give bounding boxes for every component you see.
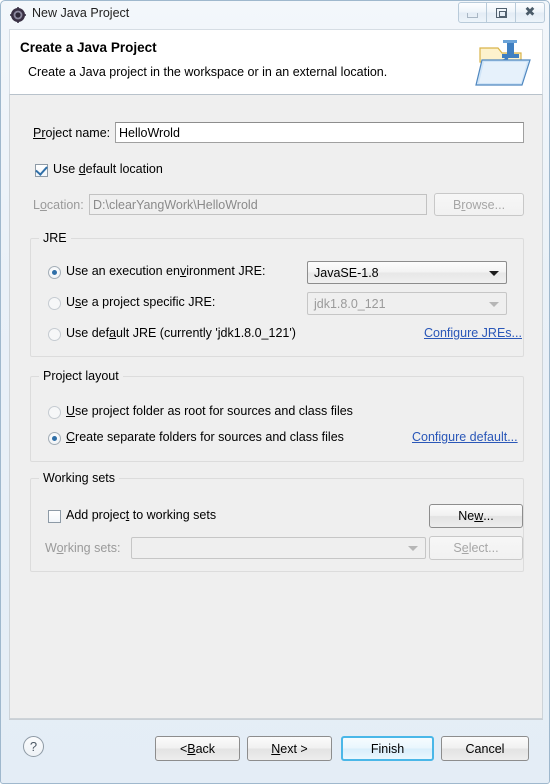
use-default-jre-radio[interactable]	[48, 328, 61, 341]
help-icon[interactable]: ?	[23, 736, 44, 757]
finish-button[interactable]: Finish	[341, 736, 434, 761]
project-layout-group-title: Project layout	[39, 369, 123, 383]
create-separate-folders-radio[interactable]	[48, 432, 61, 445]
title-bar: New Java Project ✖	[1, 1, 549, 29]
use-project-specific-jre-radio[interactable]	[48, 297, 61, 310]
working-sets-combo[interactable]	[131, 537, 426, 559]
radio-dot-icon	[52, 270, 57, 275]
page-description: Create a Java project in the workspace o…	[28, 65, 388, 79]
minimize-icon	[467, 12, 478, 18]
browse-button[interactable]: Br owse...	[434, 193, 524, 216]
chevron-down-icon	[408, 546, 418, 551]
use-project-specific-jre-label: Use a project specific JRE:	[66, 295, 216, 309]
create-separate-folders-label: Create separate folders for sources and …	[66, 430, 344, 444]
window-title: New Java Project	[32, 6, 130, 20]
working-sets-group-title: Working sets	[39, 471, 120, 485]
add-project-to-working-sets-checkbox[interactable]	[48, 510, 61, 523]
configure-jres-link[interactable]: Configure JREs...	[424, 326, 522, 340]
project-specific-jre-combo[interactable]: jdk1.8.0_121	[307, 292, 507, 315]
working-sets-label: Working sets:	[45, 541, 121, 555]
close-button[interactable]: ✖	[516, 2, 545, 23]
chevron-down-icon	[489, 270, 499, 276]
new-java-project-dialog: New Java Project ✖ Create a Java Project…	[0, 0, 550, 784]
select-working-set-button[interactable]: Se lect...	[429, 536, 523, 560]
use-default-jre-label: Use default JRE (currently 'jdk1.8.0_121…	[66, 326, 296, 340]
project-name-input[interactable]: HelloWrold	[115, 122, 524, 143]
project-layout-group: Project layout Use project folder as roo…	[30, 369, 524, 462]
eclipse-icon	[10, 7, 26, 23]
add-project-to-working-sets-label: Add project to working sets	[66, 508, 217, 522]
window-controls: ✖	[458, 2, 545, 23]
footer-separator	[9, 719, 543, 720]
use-default-location-checkbox[interactable]	[35, 163, 48, 177]
close-icon: ✖	[524, 5, 536, 20]
new-working-set-button[interactable]: Ne w...	[429, 504, 523, 528]
page-title: Create a Java Project	[20, 40, 157, 55]
working-sets-group: Working sets Add project to working sets…	[30, 471, 524, 572]
location-label: Location:	[33, 198, 84, 212]
wizard-body: Project name: HelloWrold Use default loc…	[9, 95, 543, 719]
use-execution-environment-label: Use an execution environment JRE:	[66, 264, 266, 278]
cancel-button[interactable]: Cancel	[441, 736, 529, 761]
back-button[interactable]: < Back	[155, 736, 240, 761]
next-button[interactable]: Next >	[247, 736, 332, 761]
jre-group: JRE Use an execution environment JRE: Ja…	[30, 231, 524, 357]
configure-default-link[interactable]: Configure default...	[412, 430, 518, 444]
maximize-icon	[495, 7, 507, 18]
jre-group-title: JRE	[39, 231, 71, 245]
use-execution-environment-radio[interactable]	[48, 266, 61, 279]
maximize-button[interactable]	[487, 2, 516, 23]
location-input[interactable]: D:\clearYangWork\HelloWrold	[89, 194, 427, 215]
chevron-down-icon	[489, 301, 499, 307]
java-project-folder-icon	[474, 34, 534, 92]
project-name-label: Project name:	[33, 126, 111, 140]
radio-dot-icon	[52, 436, 57, 441]
use-project-folder-label: Use project folder as root for sources a…	[66, 404, 353, 418]
execution-environment-combo[interactable]: JavaSE-1.8	[307, 261, 507, 284]
wizard-header: Create a Java Project Create a Java proj…	[9, 29, 543, 95]
check-icon	[35, 163, 48, 176]
use-project-folder-radio[interactable]	[48, 406, 61, 419]
minimize-button[interactable]	[458, 2, 487, 23]
use-default-location-label: Use default location	[53, 162, 163, 176]
